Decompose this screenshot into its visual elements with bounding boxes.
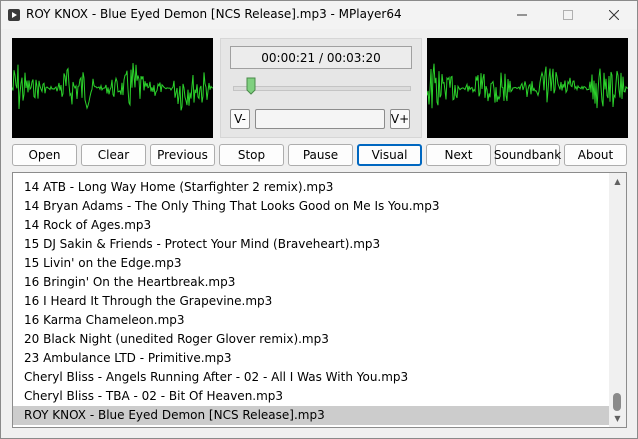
visual-button[interactable]: Visual — [357, 144, 422, 166]
time-display: 00:00:21 / 00:03:20 — [230, 46, 412, 69]
mplayer-app-icon — [8, 9, 20, 21]
playlist-item[interactable]: 16 I Heard It Through the Grapevine.mp3 — [13, 292, 609, 311]
window-title: ROY KNOX - Blue Eyed Demon [NCS Release]… — [26, 7, 402, 21]
playlist-item[interactable]: 20 Black Night (unedited Roger Glover re… — [13, 330, 609, 349]
close-icon[interactable] — [591, 1, 637, 29]
playback-control-panel: 00:00:21 / 00:03:20 V- V+ — [220, 38, 422, 138]
maximize-icon[interactable] — [545, 1, 591, 29]
right-waveform-line — [427, 63, 628, 109]
playlist-item[interactable]: 15 DJ Sakin & Friends - Protect Your Min… — [13, 235, 609, 254]
scrollbar-thumb[interactable] — [613, 393, 621, 411]
previous-button[interactable]: Previous — [150, 144, 215, 166]
clear-button[interactable]: Clear — [81, 144, 146, 166]
app-window: ROY KNOX - Blue Eyed Demon [NCS Release]… — [0, 0, 638, 439]
scroll-down-arrow-icon[interactable]: ▼ — [610, 411, 625, 426]
playlist-item[interactable]: Cheryl Bliss - Angels Running After - 02… — [13, 368, 609, 387]
seek-track[interactable] — [233, 86, 411, 91]
playlist-item[interactable]: 14 Rock of Ages.mp3 — [13, 216, 609, 235]
left-waveform-visualizer — [12, 38, 213, 138]
volume-down-button[interactable]: V- — [230, 109, 250, 129]
volume-up-button[interactable]: V+ — [390, 109, 410, 129]
scroll-up-arrow-icon[interactable]: ▲ — [610, 174, 625, 189]
volume-bar[interactable] — [255, 109, 385, 129]
about-button[interactable]: About — [564, 144, 627, 166]
right-waveform-visualizer — [427, 38, 628, 138]
pause-button[interactable]: Pause — [288, 144, 353, 166]
playlist-item[interactable]: 16 Karma Chameleon.mp3 — [13, 311, 609, 330]
playlist-item[interactable]: Cheryl Bliss - TBA - 02 - Bit Of Heaven.… — [13, 387, 609, 406]
soundbank-button[interactable]: Soundbank — [494, 144, 561, 166]
left-waveform-line — [12, 63, 213, 111]
title-bar[interactable]: ROY KNOX - Blue Eyed Demon [NCS Release]… — [1, 1, 637, 29]
playlist-item[interactable]: 14 Bryan Adams - The Only Thing That Loo… — [13, 197, 609, 216]
playlist-item[interactable]: 16 Bringin' On the Heartbreak.mp3 — [13, 273, 609, 292]
playlist-scrollbar[interactable]: ▲ ▼ — [609, 173, 626, 427]
open-button[interactable]: Open — [12, 144, 77, 166]
playlist-item[interactable]: 14 ATB - Long Way Home (Starfighter 2 re… — [13, 178, 609, 197]
playlist-item[interactable]: 23 Ambulance LTD - Primitive.mp3 — [13, 349, 609, 368]
stop-button[interactable]: Stop — [219, 144, 284, 166]
playlist-item-selected[interactable]: ROY KNOX - Blue Eyed Demon [NCS Release]… — [13, 406, 609, 425]
playlist[interactable]: 14 ATB - Long Way Home (Starfighter 2 re… — [12, 172, 627, 428]
next-button[interactable]: Next — [426, 144, 491, 166]
minimize-icon[interactable] — [499, 1, 545, 29]
playlist-item[interactable]: 15 Livin' on the Edge.mp3 — [13, 254, 609, 273]
seek-slider-thumb[interactable] — [246, 77, 256, 95]
